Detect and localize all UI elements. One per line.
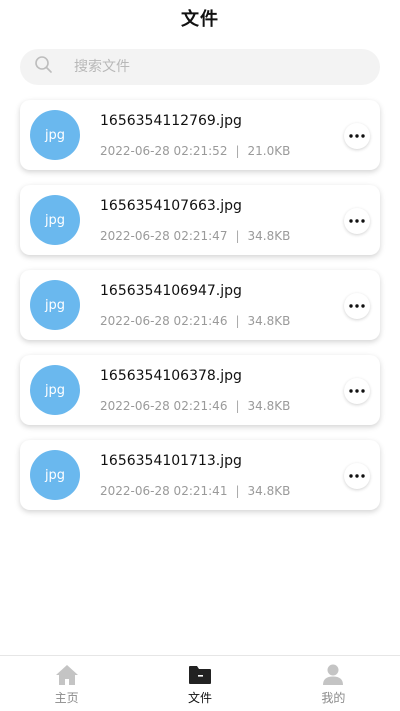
file-date: 2022-06-28 02:21:41 [100, 484, 228, 498]
file-date: 2022-06-28 02:21:46 [100, 399, 228, 413]
file-size: 34.8KB [247, 484, 291, 498]
tab-home[interactable]: 主页 [0, 656, 133, 711]
files-page: 文件 jpg 1656354112769.jpg 2022-06-28 02:2… [0, 0, 400, 711]
file-meta: 2022-06-28 02:21:52 | 21.0KB [100, 144, 290, 158]
more-dots-icon [349, 304, 365, 308]
file-date: 2022-06-28 02:21:47 [100, 229, 228, 243]
file-card[interactable]: jpg 1656354112769.jpg 2022-06-28 02:21:5… [20, 100, 380, 170]
more-dots-icon [349, 219, 365, 223]
user-icon [321, 664, 345, 686]
file-type-label: jpg [44, 127, 66, 143]
search-bar[interactable] [20, 49, 380, 85]
file-size: 34.8KB [247, 229, 291, 243]
tab-mine-label: 我的 [321, 691, 346, 705]
more-dots-icon [349, 134, 365, 138]
tab-files[interactable]: 文件 [133, 656, 266, 711]
file-name: 1656354112769.jpg [100, 113, 242, 129]
file-type-thumbnail: jpg [30, 195, 80, 245]
file-card[interactable]: jpg 1656354106947.jpg 2022-06-28 02:21:4… [20, 270, 380, 340]
header: 文件 [0, 0, 400, 36]
file-date: 2022-06-28 02:21:52 [100, 144, 228, 158]
meta-separator: | [235, 399, 240, 413]
file-card[interactable]: jpg 1656354107663.jpg 2022-06-28 02:21:4… [20, 185, 380, 255]
meta-separator: | [235, 229, 240, 243]
search-input[interactable] [72, 58, 336, 76]
page-title: 文件 [181, 9, 219, 30]
file-card[interactable]: jpg 1656354106378.jpg 2022-06-28 02:21:4… [20, 355, 380, 425]
more-options-button[interactable] [344, 378, 370, 404]
file-size: 21.0KB [247, 144, 291, 158]
file-size: 34.8KB [247, 399, 291, 413]
file-list: jpg 1656354112769.jpg 2022-06-28 02:21:5… [20, 100, 380, 525]
meta-separator: | [235, 484, 240, 498]
more-options-button[interactable] [344, 208, 370, 234]
more-options-button[interactable] [344, 293, 370, 319]
meta-separator: | [235, 314, 240, 328]
more-dots-icon [349, 474, 365, 478]
tab-files-label: 文件 [187, 691, 212, 705]
file-date: 2022-06-28 02:21:46 [100, 314, 228, 328]
tab-mine[interactable]: 我的 [267, 656, 400, 711]
file-type-label: jpg [44, 212, 66, 228]
file-type-thumbnail: jpg [30, 110, 80, 160]
tab-home-label: 主页 [54, 691, 79, 705]
file-meta: 2022-06-28 02:21:47 | 34.8KB [100, 229, 290, 243]
file-name: 1656354106378.jpg [100, 368, 242, 384]
file-name: 1656354107663.jpg [100, 198, 242, 214]
file-name: 1656354106947.jpg [100, 283, 242, 299]
more-dots-icon [349, 389, 365, 393]
file-type-label: jpg [44, 297, 66, 313]
more-options-button[interactable] [344, 463, 370, 489]
file-card[interactable]: jpg 1656354101713.jpg 2022-06-28 02:21:4… [20, 440, 380, 510]
file-type-thumbnail: jpg [30, 365, 80, 415]
more-options-button[interactable] [344, 123, 370, 149]
file-type-thumbnail: jpg [30, 450, 80, 500]
search-icon [20, 55, 54, 79]
file-type-thumbnail: jpg [30, 280, 80, 330]
file-type-label: jpg [44, 467, 66, 483]
bottom-tab-bar: 主页 文件 我的 [0, 655, 400, 711]
file-size: 34.8KB [247, 314, 291, 328]
file-meta: 2022-06-28 02:21:41 | 34.8KB [100, 484, 290, 498]
file-meta: 2022-06-28 02:21:46 | 34.8KB [100, 314, 290, 328]
folder-icon [188, 664, 212, 686]
file-meta: 2022-06-28 02:21:46 | 34.8KB [100, 399, 290, 413]
file-name: 1656354101713.jpg [100, 453, 242, 469]
home-icon [55, 664, 79, 686]
file-type-label: jpg [44, 382, 66, 398]
meta-separator: | [235, 144, 240, 158]
